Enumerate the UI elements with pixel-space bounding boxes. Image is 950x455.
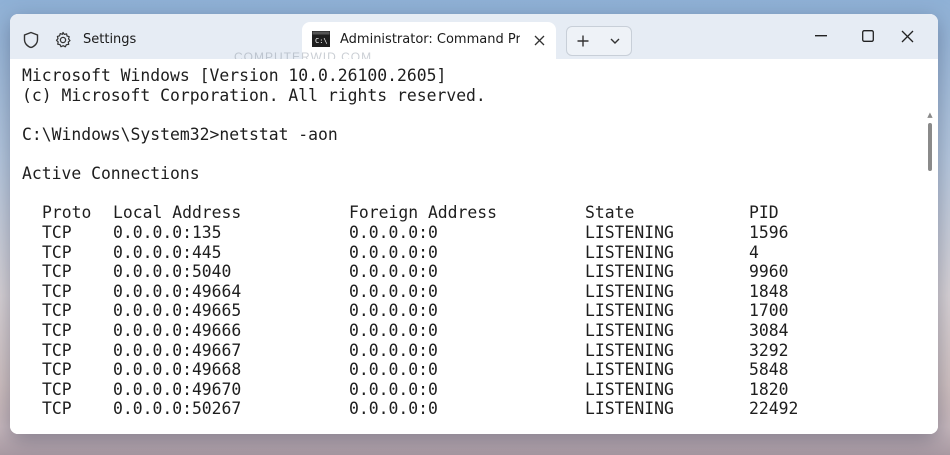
cell-foreign: 0.0.0.0:0 — [349, 223, 438, 242]
maximize-icon — [862, 30, 874, 42]
cell-local: 0.0.0.0:50267 — [113, 399, 242, 419]
cell-local: 0.0.0.0:49667 — [113, 340, 242, 360]
header-local: Local Address — [113, 203, 242, 222]
cell-pid: 9960 — [749, 262, 789, 282]
prompt-command: C:\Windows\System32>netstat -aon — [22, 125, 338, 144]
header-proto: Proto — [42, 203, 92, 222]
cell-pid: 3292 — [749, 340, 789, 360]
cell-pid: 4 — [749, 242, 759, 262]
cell-local: 0.0.0.0:135 — [113, 223, 222, 242]
cell-proto: TCP — [42, 242, 72, 262]
chevron-down-icon — [610, 38, 620, 44]
tab-label: Administrator: Command Pro — [340, 32, 520, 47]
cell-pid: 5848 — [749, 360, 789, 380]
cell-local: 0.0.0.0:49670 — [113, 379, 242, 399]
close-icon — [534, 35, 544, 45]
cell-pid: 1848 — [749, 281, 789, 301]
terminal-window: Settings C:\ Administrator: Command Pro — [10, 14, 938, 434]
terminal-output[interactable]: Microsoft Windows [Version 10.0.26100.26… — [10, 59, 938, 434]
cell-proto: TCP — [42, 281, 72, 301]
cell-state: LISTENING — [585, 379, 674, 399]
cell-proto: TCP — [42, 301, 72, 321]
cell-local: 0.0.0.0:49664 — [113, 281, 242, 301]
cell-foreign: 0.0.0.0:0 — [349, 281, 438, 301]
cell-foreign: 0.0.0.0:0 — [349, 340, 438, 360]
cell-pid: 22492 — [749, 399, 799, 419]
cell-foreign: 0.0.0.0:0 — [349, 379, 438, 399]
shield-icon — [22, 31, 40, 49]
cell-foreign: 0.0.0.0:0 — [349, 360, 438, 380]
cell-foreign: 0.0.0.0:0 — [349, 262, 438, 282]
cell-foreign: 0.0.0.0:0 — [349, 242, 438, 262]
header-pid: PID — [749, 203, 779, 222]
cell-pid: 1700 — [749, 301, 789, 321]
minimize-button[interactable] — [798, 22, 844, 50]
cell-state: LISTENING — [585, 340, 674, 360]
scrollbar-thumb[interactable] — [928, 123, 932, 171]
minimize-icon — [815, 35, 827, 37]
cell-foreign: 0.0.0.0:0 — [349, 301, 438, 321]
cell-proto: TCP — [42, 262, 72, 282]
scroll-up-arrow[interactable]: ▲ — [926, 111, 934, 119]
banner-version: Microsoft Windows [Version 10.0.26100.26… — [22, 66, 447, 85]
banner-copyright: (c) Microsoft Corporation. All rights re… — [22, 86, 486, 105]
new-tab-button[interactable] — [567, 27, 599, 55]
svg-text:C:\: C:\ — [315, 37, 328, 45]
cell-proto: TCP — [42, 340, 72, 360]
cell-state: LISTENING — [585, 223, 674, 242]
cell-state: LISTENING — [585, 360, 674, 380]
header-foreign: Foreign Address — [349, 203, 498, 222]
terminal-icon: C:\ — [312, 31, 330, 47]
header-state: State — [585, 203, 635, 222]
cell-state: LISTENING — [585, 301, 674, 321]
cell-local: 0.0.0.0:5040 — [113, 262, 232, 282]
cell-local: 0.0.0.0:49665 — [113, 301, 242, 321]
cell-local: 0.0.0.0:445 — [113, 242, 222, 262]
cell-state: LISTENING — [585, 321, 674, 340]
cell-foreign: 0.0.0.0:0 — [349, 321, 438, 340]
cell-proto: TCP — [42, 379, 72, 399]
close-tab-button[interactable] — [530, 31, 548, 49]
tab-label: Settings — [83, 32, 137, 47]
cell-foreign: 0.0.0.0:0 — [349, 399, 438, 419]
cell-pid: 1820 — [749, 379, 789, 399]
gear-icon — [54, 31, 72, 49]
cell-state: LISTENING — [585, 262, 674, 282]
cell-local: 0.0.0.0:49668 — [113, 360, 242, 380]
cell-proto: TCP — [42, 360, 72, 380]
plus-icon — [577, 35, 589, 47]
tab-actions — [566, 26, 632, 56]
tab-dropdown-button[interactable] — [599, 27, 631, 55]
cell-proto: TCP — [42, 223, 72, 242]
cell-state: LISTENING — [585, 399, 674, 419]
cell-local: 0.0.0.0:49666 — [113, 321, 242, 340]
cell-state: LISTENING — [585, 242, 674, 262]
close-window-button[interactable] — [884, 22, 930, 50]
title-bar: Settings C:\ Administrator: Command Pro — [10, 14, 938, 59]
close-icon — [901, 30, 913, 42]
cell-state: LISTENING — [585, 281, 674, 301]
cell-pid: 1596 — [749, 223, 789, 242]
cell-pid: 3084 — [749, 321, 789, 340]
cell-proto: TCP — [42, 321, 72, 340]
cell-proto: TCP — [42, 399, 72, 419]
section-title: Active Connections — [22, 164, 200, 183]
